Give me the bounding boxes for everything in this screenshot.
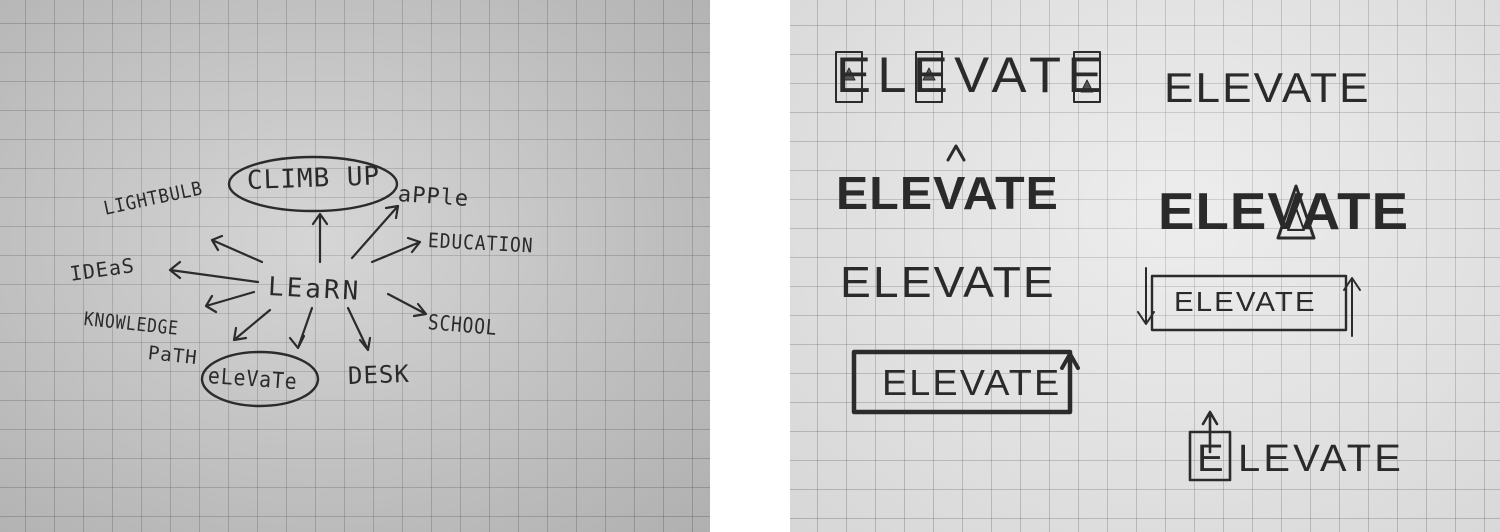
arrow-climb-up [311,212,329,264]
arrow-education [370,236,422,264]
logo-v8: LEVATE [1238,438,1404,480]
logo-v4: ELEVATE [1158,183,1410,241]
logo-v5: ELEVATE [840,258,1056,307]
arrow-school [386,292,428,318]
v3-caret [946,144,966,162]
arrow-knowledge [204,290,256,314]
arrow-lightbulb [210,234,264,264]
word-learn-center: LEaRN [267,272,362,307]
logo-v8-boxed-letter: E [1197,438,1224,480]
arrow-elevate [288,306,314,350]
arrow-desk [346,306,372,352]
logo-v7: ELEVATE [882,362,1062,403]
arrow-path [232,308,272,342]
arrow-apple [350,204,400,260]
logo-v3: ELEVATE [836,167,1059,219]
logo-sketches: ELEVATE ELEVATE ELEVATE ELEVATE ELEVATE … [790,0,1500,532]
logo-v1: ELEVATE [836,47,1109,103]
word-desk: DESK [347,359,411,390]
logo-v2: ELEVATE [1164,64,1371,111]
word-apple: aPPle [397,182,470,212]
mind-map-sketch: CLIMB UP aPPle EDUCATION SCHOOL DESK eLe… [0,0,710,532]
v7-arrow [1060,352,1080,412]
arrow-ideas [168,260,260,284]
logo-v6: ELEVATE [1174,286,1317,317]
word-climb-up: CLIMB UP [246,161,381,196]
